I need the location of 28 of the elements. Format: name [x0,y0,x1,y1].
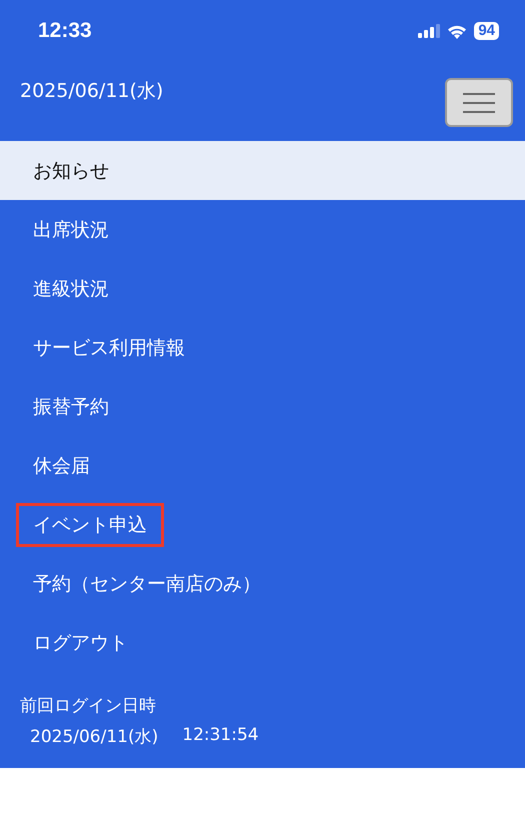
menu-item[interactable]: 進級状況 [0,259,525,318]
menu-item[interactable]: イベント申込 [0,495,525,554]
header-date: 2025/06/11(水) [20,79,164,102]
wifi-icon [447,24,468,38]
menu-item-label: お知らせ [32,158,110,184]
menu-icon [463,90,495,114]
menu-item[interactable]: 予約（センター南店のみ） [0,554,525,613]
battery-level: 94 [474,22,499,40]
menu-button[interactable] [445,78,513,127]
menu-item-label: ログアウト [32,630,129,656]
menu-item-label: 進級状況 [32,276,110,302]
signal-icon [418,24,440,38]
menu-item-label: 休会届 [32,454,91,478]
menu-item[interactable]: お知らせ [0,141,525,200]
menu-item[interactable]: 出席状況 [0,200,525,259]
menu-item[interactable]: ログアウト [0,613,525,672]
last-login-time: 12:31:54 [182,725,259,747]
menu-item-label: サービス利用情報 [32,336,186,360]
menu-item[interactable]: 振替予約 [0,377,525,436]
last-login-date: 2025/06/11(水) [30,726,158,748]
last-login-label: 前回ログイン日時 [20,695,157,717]
menu-item-label: 振替予約 [32,394,110,420]
clock-time: 12:33 [38,19,92,43]
menu-item[interactable]: 休会届 [0,436,525,495]
menu-item-label: イベント申込 [16,502,164,546]
menu-item-label: 出席状況 [32,218,110,242]
menu-item[interactable]: サービス利用情報 [0,318,525,377]
menu-item-label: 予約（センター南店のみ） [32,572,262,596]
